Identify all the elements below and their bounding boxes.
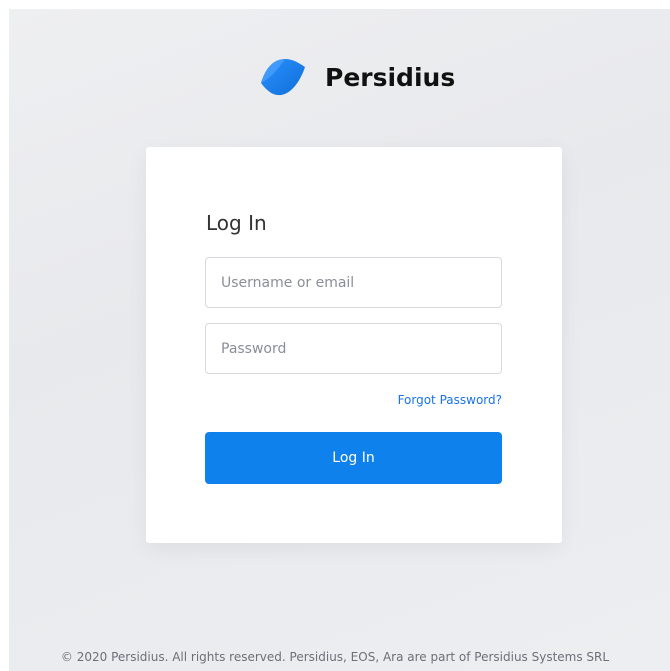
brand-name: Persidius bbox=[325, 62, 456, 92]
footer-copyright: © 2020 Persidius. All rights reserved. P… bbox=[60, 650, 610, 664]
login-card: Log In Forgot Password? Log In bbox=[146, 147, 562, 543]
password-input[interactable] bbox=[205, 323, 502, 374]
login-button[interactable]: Log In bbox=[205, 432, 502, 484]
page-background: Persidius Log In Forgot Password? Log In bbox=[9, 9, 670, 671]
persidius-logo-icon bbox=[261, 59, 305, 96]
username-input[interactable] bbox=[205, 257, 502, 308]
login-title: Log In bbox=[206, 211, 267, 235]
brand-header: Persidius bbox=[255, 53, 455, 101]
forgot-password-link[interactable]: Forgot Password? bbox=[398, 393, 502, 407]
